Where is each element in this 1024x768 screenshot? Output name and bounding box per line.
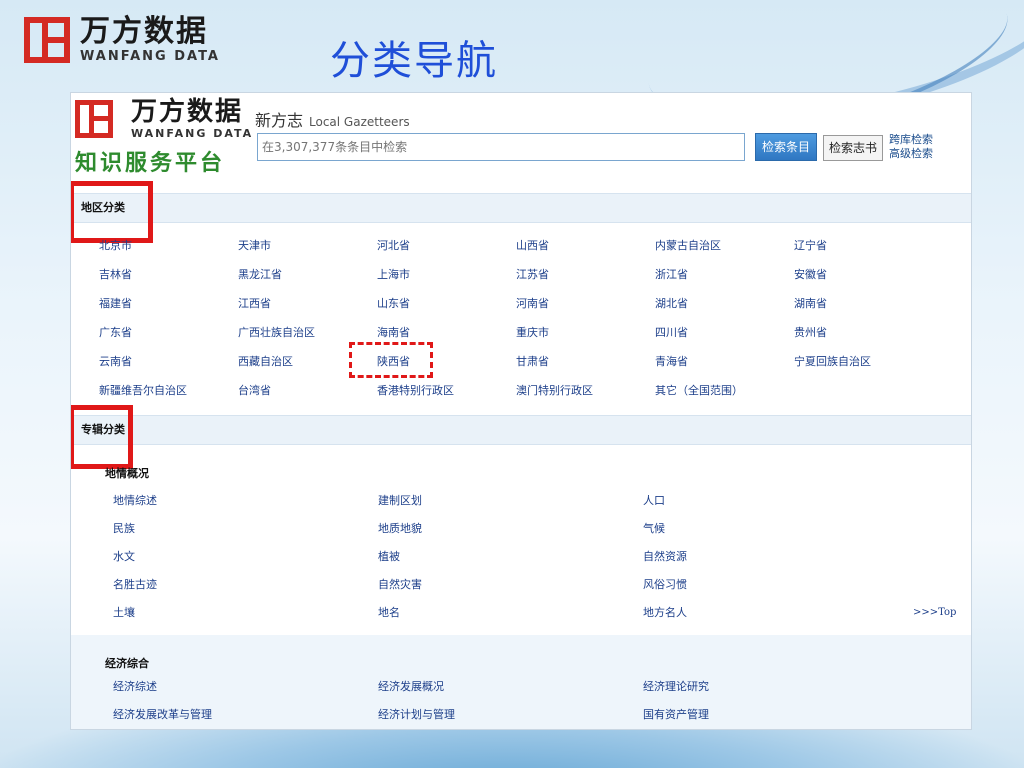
region-link[interactable]: 安徽省 [794,260,933,289]
database-title: 新方志 Local Gazetteers [255,107,410,131]
region-link[interactable]: 其它（全国范围） [655,376,794,405]
topic-link[interactable]: 水文 [113,543,378,571]
topic-link[interactable]: 气候 [643,515,908,543]
region-link[interactable]: 河北省 [377,231,516,260]
site-logo-en: WANFANG DATA [131,127,254,140]
slide-logo: 万方数据 WANFANG DATA [24,16,220,64]
search-entries-button[interactable]: 检索条目 [755,133,817,161]
topic-link[interactable]: 地名 [378,599,643,627]
wanfang-logo-icon [24,17,70,63]
topic-link[interactable]: 自然资源 [643,543,908,571]
region-link[interactable]: 新疆维吾尔自治区 [99,376,238,405]
region-link[interactable]: 上海市 [377,260,516,289]
region-section-heading: 地区分类 [71,193,971,223]
region-link[interactable]: 山东省 [377,289,516,318]
slide-logo-en: WANFANG DATA [80,49,220,64]
topic-link[interactable]: 建制区划 [378,487,643,515]
region-link[interactable]: 甘肃省 [516,347,655,376]
topic-link[interactable]: 地方名人 [643,599,908,627]
region-link[interactable]: 云南省 [99,347,238,376]
topic-link[interactable]: 名胜古迹 [113,571,378,599]
topic-link[interactable]: 经济综述 [113,673,378,701]
region-link[interactable]: 内蒙古自治区 [655,231,794,260]
region-link[interactable]: 台湾省 [238,376,377,405]
region-link[interactable]: 青海省 [655,347,794,376]
topic-group: 地情概况 地情综述 建制区划 人口民族 地质地貌 气候水文 植被 自然资源名胜古迹 自然灾害风… [71,445,971,635]
topic-group-items: 经济综述 经济发展概况 经济理论研究经济发展改革与管理 经济计划与管理 国有资产管理 [113,673,953,729]
region-link[interactable]: 重庆市 [516,318,655,347]
topic-group-title: 地情概况 [105,467,149,480]
highlight-box-shaanxi [349,342,433,378]
topic-link[interactable]: 土壤 [113,599,378,627]
topic-group: 经济综合 经济综述 经济发展概况 经济理论研究经济发展改革与管理 经济计划与管理 国有资… [71,635,971,729]
region-link[interactable]: 江西省 [238,289,377,318]
search-links: 跨库检索 高级检索 [889,133,933,161]
search-input[interactable] [257,133,745,161]
topic-link[interactable]: 国有资产管理 [643,701,908,729]
topic-link[interactable]: 经济计划与管理 [378,701,643,729]
region-link[interactable]: 澳门特别行政区 [516,376,655,405]
platform-name: 知识服务平台 [75,150,226,176]
region-list: 北京市 天津市 河北省 山西省 内蒙古自治区 辽宁省吉林省 黑龙江省 上海市 江苏省 浙江省 安徽省… [99,231,939,405]
region-link[interactable]: 浙江省 [655,260,794,289]
region-link[interactable]: 四川省 [655,318,794,347]
database-name-en: Local Gazetteers [309,115,410,129]
region-link[interactable]: 天津市 [238,231,377,260]
region-link[interactable]: 湖北省 [655,289,794,318]
topic-link[interactable]: 民族 [113,515,378,543]
topic-link[interactable]: 风俗习惯 [643,571,908,599]
cross-db-search-link[interactable]: 跨库检索 [889,133,933,147]
search-books-button[interactable]: 检索志书 [823,135,883,161]
topic-link[interactable]: 地质地貌 [378,515,643,543]
site-logo[interactable]: 万方数据 WANFANG DATA 知识服务平台 [75,99,253,177]
region-link[interactable]: 香港特别行政区 [377,376,516,405]
region-link[interactable]: 北京市 [99,231,238,260]
region-link[interactable]: 黑龙江省 [238,260,377,289]
region-link[interactable]: 湖南省 [794,289,933,318]
topic-section-heading: 专辑分类 [71,415,971,445]
topic-group-title: 经济综合 [105,657,149,670]
topic-area: 地情概况 地情综述 建制区划 人口民族 地质地貌 气候水文 植被 自然资源名胜古迹 自然灾害风… [71,445,971,729]
advanced-search-link[interactable]: 高级检索 [889,147,933,161]
region-link[interactable]: 福建省 [99,289,238,318]
region-link[interactable]: 广东省 [99,318,238,347]
site-header: 万方数据 WANFANG DATA 知识服务平台 新方志 Local Gazett… [71,93,971,189]
database-name: 新方志 [255,111,304,130]
topic-link[interactable]: 经济发展改革与管理 [113,701,378,729]
topic-link[interactable]: 地情综述 [113,487,378,515]
slide-logo-cn: 万方数据 [80,14,208,49]
region-link[interactable]: 河南省 [516,289,655,318]
region-link[interactable]: 吉林省 [99,260,238,289]
back-to-top-link[interactable]: >>>Top [913,607,956,618]
topic-link[interactable]: 人口 [643,487,908,515]
region-link[interactable]: 宁夏回族自治区 [794,347,933,376]
region-link[interactable]: 山西省 [516,231,655,260]
topic-link[interactable]: 自然灾害 [378,571,643,599]
region-link[interactable]: 辽宁省 [794,231,933,260]
website-screenshot: 万方数据 WANFANG DATA 知识服务平台 新方志 Local Gazett… [70,92,972,730]
topic-link[interactable]: 植被 [378,543,643,571]
topic-link[interactable]: 经济发展概况 [378,673,643,701]
site-logo-cn: 万方数据 [131,97,244,127]
region-link[interactable]: 贵州省 [794,318,933,347]
topic-link[interactable]: 经济理论研究 [643,673,908,701]
slide-title: 分类导航 [330,38,498,84]
wanfang-logo-icon [75,100,113,138]
topic-group-items: 地情综述 建制区划 人口民族 地质地貌 气候水文 植被 自然资源名胜古迹 自然灾害 风俗习惯土壤… [113,487,953,627]
region-link[interactable]: 江苏省 [516,260,655,289]
